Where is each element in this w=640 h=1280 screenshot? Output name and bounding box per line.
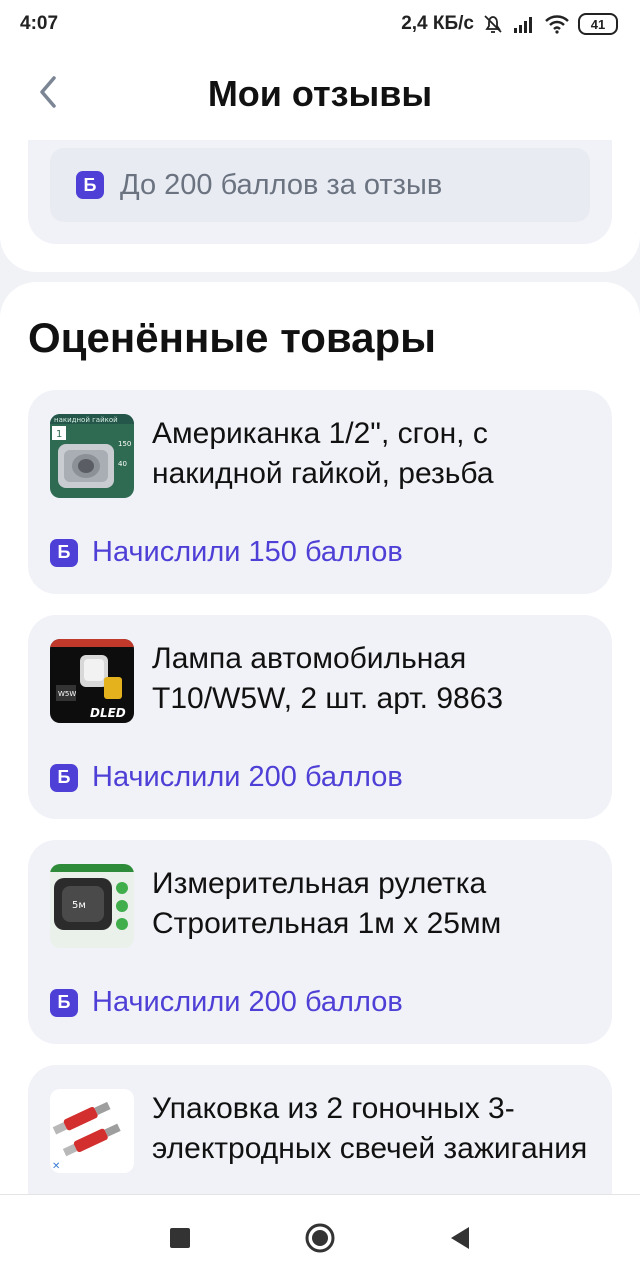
svg-text:40: 40 <box>118 460 127 468</box>
mute-bell-icon <box>484 15 502 33</box>
page-title: Мои отзывы <box>207 73 433 114</box>
triangle-back-icon <box>451 1226 469 1249</box>
bonus-badge-icon: Б <box>50 538 78 567</box>
status-time: 4:07 <box>20 13 59 34</box>
chevron-left-icon <box>40 76 56 108</box>
bonus-info-text: До 200 баллов за отзыв <box>120 168 443 201</box>
bonus-badge-icon: Б <box>76 171 104 199</box>
section-title: Оценённые товары <box>28 314 437 361</box>
circle-icon <box>305 1223 335 1252</box>
points-earned: Начислили 200 баллов <box>92 761 403 793</box>
svg-text:W5W: W5W <box>58 690 76 698</box>
svg-text:✕: ✕ <box>52 1161 60 1172</box>
svg-text:150: 150 <box>118 440 131 448</box>
points-row: Б Начислили 150 баллов <box>50 536 403 569</box>
points-earned: Начислили 200 баллов <box>92 986 403 1018</box>
reviews-summary-inner: Б До 200 баллов за отзыв <box>28 140 612 244</box>
nav-back-button[interactable] <box>440 1218 480 1258</box>
points-row: Б Начислили 200 баллов <box>50 986 403 1019</box>
bonus-badge-icon: Б <box>50 988 78 1017</box>
signal-icon <box>514 17 532 33</box>
reviews-summary-card: Б До 200 баллов за отзыв <box>0 140 640 272</box>
product-thumbnail: накидной гайкой 1 150 40 <box>50 414 134 498</box>
status-icons: 2,4 КБ/с 41 <box>401 13 618 35</box>
header: Мои отзывы <box>0 48 640 140</box>
product-thumbnail: ✕ <box>50 1089 134 1173</box>
rated-product-card[interactable]: W5W DLED Лампа автомобильная T10/W5W, 2 … <box>28 615 612 819</box>
rated-products-section: Оценённые товары накидной гайкой 1 150 4… <box>0 282 640 1280</box>
rated-product-card[interactable]: 5м Измерительная рулетка Строительная 1м… <box>28 840 612 1044</box>
product-name: Американка 1/2", сгон, с накидной гайкой… <box>152 417 494 490</box>
back-button[interactable] <box>28 72 68 112</box>
home-button[interactable] <box>300 1218 340 1258</box>
product-name: Лампа автомобильная T10/W5W, 2 шт. арт. … <box>152 642 504 715</box>
status-bar: 4:07 2,4 КБ/с 41 <box>0 0 640 48</box>
product-name: Упаковка из 2 гоночных 3-электродных све… <box>152 1092 588 1165</box>
network-speed: 2,4 КБ/с <box>401 13 474 34</box>
svg-text:DLED: DLED <box>90 706 126 720</box>
points-row: Б Начислили 200 баллов <box>50 761 403 794</box>
svg-text:5м: 5м <box>72 900 86 911</box>
system-nav-bar <box>0 1194 640 1280</box>
svg-text:накидной гайкой: накидной гайкой <box>54 416 118 424</box>
square-icon <box>170 1227 190 1248</box>
product-name: Измерительная рулетка Строительная 1м х … <box>152 867 502 940</box>
bonus-badge-icon: Б <box>50 763 78 792</box>
recent-apps-button[interactable] <box>160 1218 200 1258</box>
points-earned: Начислили 150 баллов <box>92 536 403 568</box>
product-thumbnail: W5W DLED <box>50 639 134 723</box>
wifi-icon <box>545 15 569 34</box>
battery-icon: 41 <box>578 13 618 35</box>
svg-text:1: 1 <box>56 429 62 440</box>
bonus-info-pill[interactable]: Б До 200 баллов за отзыв <box>50 148 590 222</box>
rated-product-card[interactable]: накидной гайкой 1 150 40 Американка 1/2"… <box>28 390 612 594</box>
product-thumbnail: 5м <box>50 864 134 948</box>
